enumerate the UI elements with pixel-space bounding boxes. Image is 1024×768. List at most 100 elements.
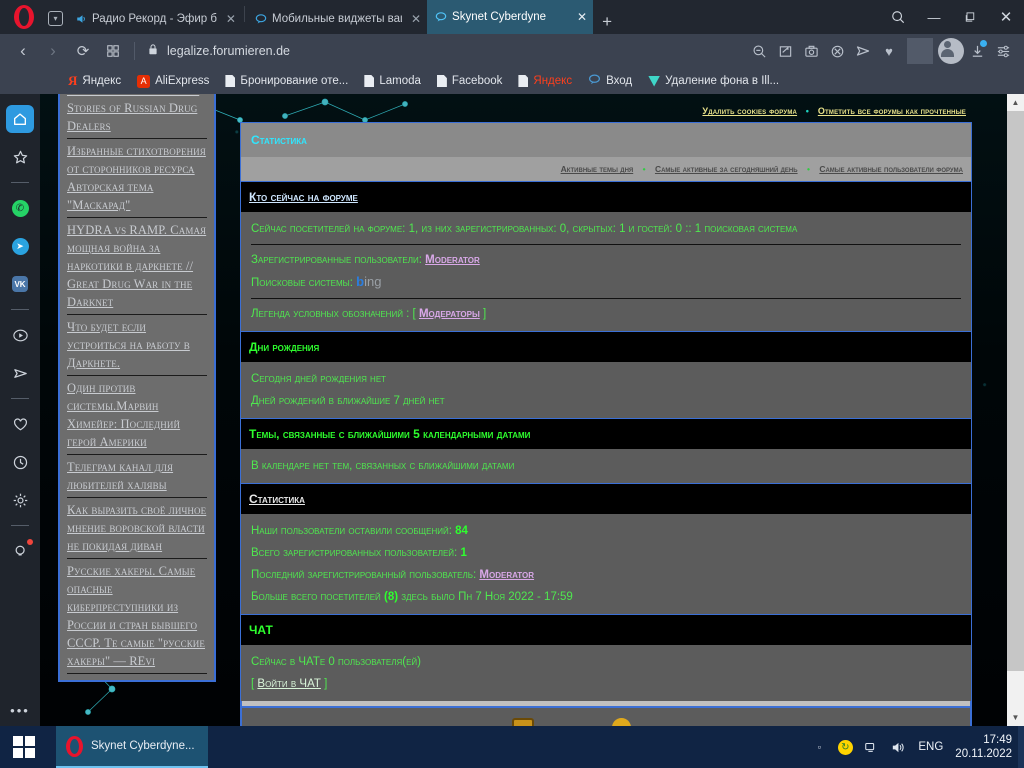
adblock-icon[interactable] bbox=[824, 38, 850, 64]
circle-icon bbox=[612, 718, 631, 726]
vk-icon[interactable]: VK bbox=[6, 270, 34, 298]
search-icon[interactable] bbox=[880, 0, 916, 34]
panel-header: Статистика bbox=[241, 123, 971, 157]
browser-tab-2[interactable]: Мобильные виджеты ваш ✕ bbox=[247, 4, 427, 34]
history-clock-icon[interactable] bbox=[6, 448, 34, 476]
browser-tab-1[interactable]: Радио Рекорд - Эфир б ✕ bbox=[67, 4, 242, 34]
opera-logo-icon bbox=[0, 0, 48, 34]
topic-link[interactable]: Что будет если устроиться на работу в Да… bbox=[67, 317, 207, 373]
messenger-send-icon[interactable] bbox=[850, 38, 876, 64]
topic-link[interactable]: Как выразить своё личное мнение воровско… bbox=[67, 500, 207, 556]
opera-browser-window: ▾ Радио Рекорд - Эфир б ✕ Мобильные видж… bbox=[0, 0, 1024, 768]
stats-users-value: 1 bbox=[460, 547, 467, 559]
reload-icon[interactable]: ⟳ bbox=[68, 38, 98, 64]
bookmark-yandex-2[interactable]: Яндекс bbox=[510, 75, 580, 87]
mark-all-read-link[interactable]: Отметить все форумы как прочтенные bbox=[818, 106, 966, 116]
bookmark-booking[interactable]: Бронирование оте... bbox=[217, 75, 356, 87]
windows-start-icon[interactable] bbox=[0, 726, 48, 768]
topic-link[interactable]: HYDRA vs RAMP. Самая мощная война за нар… bbox=[67, 220, 207, 312]
bot-name-bing: bing bbox=[356, 274, 382, 289]
show-desktop-button[interactable] bbox=[1018, 726, 1024, 768]
bookmark-login[interactable]: Вход bbox=[580, 73, 640, 89]
more-dots-icon[interactable]: ••• bbox=[10, 703, 30, 718]
clock[interactable]: 17:49 20.11.2022 bbox=[951, 733, 1016, 761]
url-field[interactable]: legalize.forumieren.de bbox=[141, 38, 746, 64]
downloads-icon[interactable] bbox=[964, 38, 990, 64]
maximize-button[interactable] bbox=[952, 0, 988, 34]
speed-dial-icon[interactable] bbox=[98, 38, 128, 64]
new-tab-button[interactable]: + bbox=[593, 13, 621, 34]
stats-users-row: Всего зарегистрированных пользователей: … bbox=[251, 542, 961, 564]
send-icon[interactable] bbox=[6, 359, 34, 387]
most-active-today-link[interactable]: Самые активные за сегодняшний день bbox=[655, 164, 798, 174]
section-header: Темы, связанные с ближайшими 5 календарн… bbox=[241, 419, 971, 449]
stats-posts-value: 84 bbox=[455, 525, 468, 537]
back-icon[interactable]: ‹ bbox=[8, 38, 38, 64]
topic-link[interactable]: жизнь россиянам // True Stories of Russi… bbox=[67, 94, 207, 136]
close-window-button[interactable]: ✕ bbox=[988, 0, 1024, 34]
divider bbox=[134, 42, 135, 60]
topic-link[interactable]: Телеграм канал для любителей халявы bbox=[67, 457, 207, 495]
topic-link[interactable]: Избранные стихотворения от сторонников р… bbox=[67, 141, 207, 215]
minimize-button[interactable]: — bbox=[916, 0, 952, 34]
home-icon[interactable] bbox=[6, 105, 34, 133]
language-indicator[interactable]: ENG bbox=[910, 741, 951, 753]
stats-record-row: Больше всего посетителей (8) здесь было … bbox=[251, 586, 961, 608]
share-icon[interactable] bbox=[772, 38, 798, 64]
topic-link[interactable]: Русские хакеры. Самые опасные киберпрест… bbox=[67, 561, 207, 671]
bookmark-lamoda[interactable]: Lamoda bbox=[356, 75, 429, 87]
player-icon[interactable] bbox=[6, 321, 34, 349]
close-icon[interactable]: ✕ bbox=[577, 10, 587, 24]
registered-users-row: Зарегистрированные пользователи: Moderat… bbox=[251, 249, 961, 271]
scroll-down-arrow[interactable]: ▼ bbox=[1007, 709, 1024, 726]
topic-link[interactable]: Один против системы.Марвин Химейер: Посл… bbox=[67, 378, 207, 452]
section-header: ЧАТ bbox=[241, 615, 971, 645]
stats-posts-label: Наши пользователи оставили сообщений: bbox=[251, 525, 452, 537]
hidden-icons-icon[interactable]: ▫ bbox=[806, 726, 832, 768]
stats-record-label-b: здесь было Пн 7 Ноя 2022 - 17:59 bbox=[401, 591, 573, 603]
shield-update-icon[interactable]: ↻ bbox=[832, 726, 858, 768]
whatsapp-icon[interactable]: ✆ bbox=[6, 194, 34, 222]
bookmark-label: Яндекс bbox=[82, 75, 122, 87]
active-topics-link[interactable]: Активные темы дня bbox=[561, 164, 634, 174]
stats-record-count: (8) bbox=[384, 591, 399, 603]
forum-topics-panel: жизнь россиянам // True Stories of Russi… bbox=[58, 94, 216, 682]
most-active-users-link[interactable]: Самые активные пользователи форума bbox=[819, 164, 963, 174]
profile-icon[interactable] bbox=[938, 38, 964, 64]
bookmark-yandex[interactable]: Я Яндекс bbox=[60, 73, 129, 89]
section-header: Дни рождения bbox=[241, 332, 971, 362]
scroll-up-arrow[interactable]: ▲ bbox=[1007, 94, 1024, 111]
bookmark-remove-bg[interactable]: Удаление фона в Ill... bbox=[640, 75, 787, 87]
settings-gear-icon[interactable] bbox=[6, 486, 34, 514]
heart-icon[interactable]: ♥ bbox=[876, 38, 902, 64]
volume-icon[interactable] bbox=[884, 726, 910, 768]
vector-icon bbox=[648, 75, 661, 87]
bookmarks-star-icon[interactable] bbox=[6, 143, 34, 171]
close-icon[interactable]: ✕ bbox=[411, 12, 421, 26]
browser-tab-3-active[interactable]: Skynet Cyberdyne ✕ bbox=[427, 0, 594, 34]
bookmark-facebook[interactable]: Facebook bbox=[429, 75, 511, 87]
tips-bulb-icon[interactable] bbox=[6, 537, 34, 565]
forward-icon[interactable]: › bbox=[38, 38, 68, 64]
telegram-icon[interactable]: ➤ bbox=[6, 232, 34, 260]
section-title: ЧАТ bbox=[249, 623, 273, 637]
taskbar-app-opera[interactable]: Skynet Cyberdyne... bbox=[56, 726, 208, 768]
zoom-out-icon[interactable] bbox=[746, 38, 772, 64]
network-icon[interactable] bbox=[858, 726, 884, 768]
tab-menu-icon[interactable]: ▾ bbox=[48, 11, 63, 26]
user-link-moderator[interactable]: Moderator bbox=[479, 569, 534, 581]
page-scrollbar[interactable]: ▲ ▼ bbox=[1007, 94, 1024, 726]
easy-setup-icon[interactable] bbox=[990, 38, 1016, 64]
enter-chat-link[interactable]: Войти в ЧАТ bbox=[257, 678, 320, 690]
legend-moderators-link[interactable]: Модераторы bbox=[419, 308, 480, 320]
bookmark-aliexpress[interactable]: A AliExpress bbox=[129, 74, 217, 88]
close-icon[interactable]: ✕ bbox=[226, 12, 236, 26]
favorites-heart-icon[interactable] bbox=[6, 410, 34, 438]
snapshot-icon[interactable] bbox=[798, 38, 824, 64]
scrollbar-thumb[interactable] bbox=[1007, 111, 1024, 671]
tab-strip: ▾ Радио Рекорд - Эфир б ✕ Мобильные видж… bbox=[0, 0, 1024, 34]
user-link-moderator[interactable]: Moderator bbox=[425, 254, 480, 266]
chat-bubble-icon bbox=[588, 73, 601, 89]
calendar-empty-msg: В календаре нет тем, связанных с ближайш… bbox=[251, 460, 515, 472]
delete-cookies-link[interactable]: Удалить cookies форума bbox=[702, 106, 797, 116]
